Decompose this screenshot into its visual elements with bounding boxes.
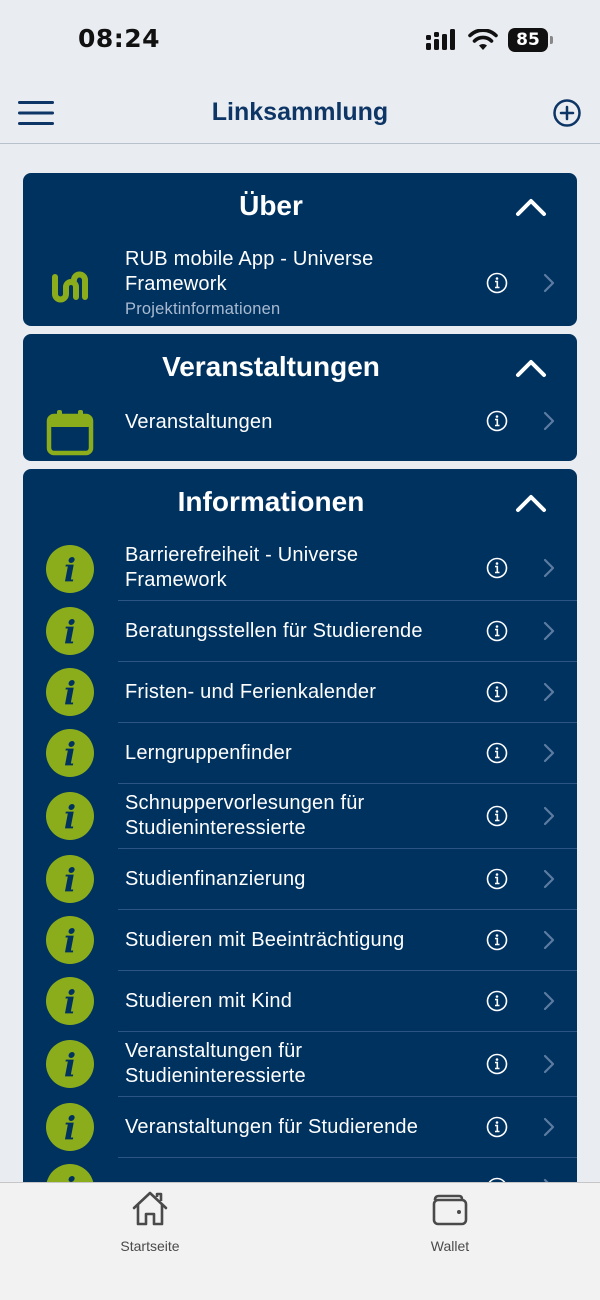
info-outline-icon[interactable] — [486, 410, 508, 432]
info-outline-icon[interactable] — [486, 805, 508, 827]
list-item[interactable]: i Studieren mit Beeinträchtigung — [23, 910, 577, 971]
tab-home[interactable]: Startseite — [90, 1189, 210, 1254]
list-item-label: Schnuppervorlesungen für Studieninteress… — [125, 792, 365, 839]
info-outline-icon[interactable] — [486, 868, 508, 890]
status-time: 08:24 — [78, 24, 161, 53]
chevron-right-icon[interactable] — [543, 806, 555, 826]
info-outline-icon[interactable] — [486, 557, 508, 579]
chevron-right-icon[interactable] — [543, 991, 555, 1011]
battery-indicator: 85 — [508, 28, 553, 52]
wallet-icon — [432, 1194, 468, 1226]
status-bar: 08:24 85 — [0, 0, 600, 80]
list-item-label: RUB mobile App - Universe Framework — [125, 248, 374, 295]
add-circle-icon[interactable] — [553, 99, 581, 127]
list-item-label: Fristen- und Ferienkalender — [125, 681, 377, 703]
list-item[interactable]: RUB mobile App - Universe Framework Proj… — [23, 245, 577, 326]
info-icon: i — [46, 668, 94, 716]
list-item[interactable]: i Studienfinanzierung — [23, 849, 577, 910]
list-item[interactable]: i Beratungsstellen für Studierende — [23, 601, 577, 662]
list-item[interactable]: i Barrierefreiheit - Universe Framework — [23, 537, 577, 601]
info-icon: i — [46, 1164, 94, 1182]
section-informationen: Informationen i Barrierefreiheit - Unive… — [23, 469, 577, 1182]
info-icon: i — [46, 607, 94, 655]
list-item-label: Veranstaltungen für Studierende — [125, 1116, 419, 1138]
list-item[interactable]: i Veranstaltungen für Studieninteressier… — [23, 1032, 577, 1097]
tab-bar: Startseite Wallet — [0, 1182, 600, 1300]
tab-wallet[interactable]: Wallet — [390, 1189, 510, 1254]
list-item-label: Veranstaltungen für Studieninteressierte — [125, 1040, 306, 1087]
link-list[interactable]: Über RUB mobile App - Universe Framework… — [0, 144, 600, 1182]
info-icon: i — [46, 916, 94, 964]
info-outline-icon[interactable] — [486, 742, 508, 764]
section-ueber: Über RUB mobile App - Universe Framework… — [23, 173, 577, 326]
section-title: Informationen — [177, 486, 365, 517]
calendar-icon — [46, 410, 94, 456]
chevron-right-icon[interactable] — [543, 411, 555, 431]
chevron-right-icon[interactable] — [543, 743, 555, 763]
info-outline-icon[interactable] — [486, 620, 508, 642]
chevron-right-icon[interactable] — [543, 558, 555, 578]
list-item[interactable]: i — [23, 1158, 577, 1182]
info-icon: i — [46, 977, 94, 1025]
chevron-right-icon[interactable] — [543, 1054, 555, 1074]
info-outline-icon[interactable] — [486, 681, 508, 703]
list-item[interactable]: Veranstaltungen — [23, 404, 577, 461]
info-icon: i — [46, 729, 94, 777]
section-veranstaltungen: Veranstaltungen Veranstaltungen — [23, 334, 577, 461]
chevron-up-icon[interactable] — [515, 358, 547, 378]
list-item-subtitle: Projektinformationen — [125, 300, 281, 318]
wifi-icon — [468, 29, 498, 50]
info-icon: i — [46, 1103, 94, 1151]
info-outline-icon[interactable] — [486, 990, 508, 1012]
list-item-label: Veranstaltungen — [125, 411, 273, 433]
info-outline-icon[interactable] — [486, 1053, 508, 1075]
chevron-right-icon[interactable] — [543, 682, 555, 702]
list-item-label: Studienfinanzierung — [125, 868, 306, 890]
cellular-signal-icon — [426, 29, 455, 50]
page-title: Linksammlung — [211, 98, 389, 126]
list-item-text: RUB mobile App - Universe Framework Proj… — [125, 247, 465, 321]
chevron-right-icon[interactable] — [543, 1117, 555, 1137]
chevron-right-icon[interactable] — [543, 621, 555, 641]
status-icons: 85 — [426, 28, 553, 52]
tab-home-label: Startseite — [120, 1238, 180, 1254]
info-outline-icon[interactable] — [486, 272, 508, 294]
chevron-right-icon[interactable] — [543, 273, 555, 293]
battery-level: 85 — [516, 30, 540, 50]
navigation-bar: Linksammlung — [0, 80, 600, 144]
section-title: Veranstaltungen — [162, 351, 380, 382]
home-icon — [132, 1191, 168, 1226]
list-item[interactable]: i Fristen- und Ferienkalender — [23, 662, 577, 723]
info-icon: i — [46, 545, 94, 593]
info-icon: i — [46, 792, 94, 840]
info-icon: i — [46, 1040, 94, 1088]
universe-logo-icon — [52, 271, 88, 303]
list-item-label: Lerngruppenfinder — [125, 742, 292, 764]
list-item-label: Barrierefreiheit - Universe Framework — [125, 544, 359, 591]
list-item-label: Beratungsstellen für Studierende — [125, 620, 423, 642]
list-item[interactable]: i Lerngruppenfinder — [23, 723, 577, 784]
list-item[interactable]: i Studieren mit Kind — [23, 971, 577, 1032]
chevron-right-icon[interactable] — [543, 869, 555, 889]
info-outline-icon[interactable] — [486, 1116, 508, 1138]
section-title: Über — [239, 190, 303, 221]
list-item[interactable]: i Veranstaltungen für Studierende — [23, 1097, 577, 1158]
chevron-up-icon[interactable] — [515, 197, 547, 217]
list-item-label: Studieren mit Kind — [125, 990, 293, 1012]
info-outline-icon[interactable] — [486, 929, 508, 951]
tab-wallet-label: Wallet — [430, 1238, 470, 1254]
chevron-up-icon[interactable] — [515, 493, 547, 513]
info-icon: i — [46, 855, 94, 903]
list-item-label: Studieren mit Beeinträchtigung — [125, 929, 405, 951]
chevron-right-icon[interactable] — [543, 930, 555, 950]
list-item[interactable]: i Schnuppervorlesungen für Studienintere… — [23, 784, 577, 849]
